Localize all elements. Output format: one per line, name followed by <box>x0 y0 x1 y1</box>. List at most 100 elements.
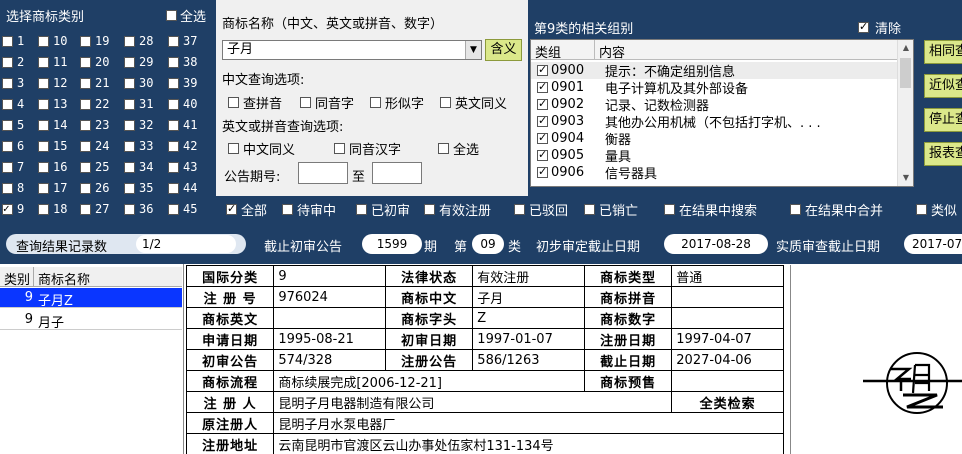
category-checkbox-box[interactable] <box>168 56 179 68</box>
category-select-all[interactable]: 全选 <box>166 6 206 25</box>
category-checkbox-box[interactable] <box>168 77 179 89</box>
status-filter-checkbox[interactable] <box>226 202 237 215</box>
category-checkbox-box[interactable] <box>80 98 91 110</box>
category-checkbox-2[interactable]: 2 <box>2 55 24 69</box>
category-checkbox-24[interactable]: 24 <box>80 139 109 153</box>
report-search-button[interactable]: 报表查 <box>924 142 962 166</box>
category-checkbox-22[interactable]: 22 <box>80 97 109 111</box>
category-checkbox-13[interactable]: 13 <box>38 97 67 111</box>
en-option-select-all-checkbox[interactable] <box>438 143 449 154</box>
category-checkbox-box[interactable] <box>38 56 49 68</box>
status-filter[interactable]: 已初审 <box>356 200 410 219</box>
trademark-name-input[interactable]: 子月 ▼ <box>222 40 482 60</box>
category-checkbox-box[interactable] <box>124 119 135 131</box>
groups-scrollbar[interactable]: ▲ ▼ <box>897 40 913 186</box>
category-checkbox-28[interactable]: 28 <box>124 34 153 48</box>
category-checkbox-27[interactable]: 27 <box>80 202 109 216</box>
select-all-checkbox[interactable] <box>166 10 177 21</box>
category-checkbox-box[interactable] <box>124 56 135 68</box>
status-filter[interactable]: 已驳回 <box>514 200 568 219</box>
group-checkbox[interactable] <box>537 131 548 144</box>
groups-clear-checkbox[interactable] <box>858 20 869 33</box>
cn-option-similar-shape-checkbox[interactable] <box>370 97 381 108</box>
en-option-homophone-hanzi[interactable]: 同音汉字 <box>334 139 401 158</box>
category-checkbox-29[interactable]: 29 <box>124 55 153 69</box>
category-checkbox-3[interactable]: 3 <box>2 76 24 90</box>
group-row[interactable]: 0902记录、记数检测器 <box>531 96 897 114</box>
category-checkbox-box[interactable] <box>124 140 135 152</box>
group-row[interactable]: 0905量具 <box>531 147 897 165</box>
category-checkbox-18[interactable]: 18 <box>38 202 67 216</box>
status-filter[interactable]: 已销亡 <box>584 200 638 219</box>
category-checkbox-box[interactable] <box>2 202 13 215</box>
category-checkbox-26[interactable]: 26 <box>80 181 109 195</box>
en-option-chinese-synonym-checkbox[interactable] <box>228 143 239 154</box>
category-checkbox-19[interactable]: 19 <box>80 34 109 48</box>
status-filter-checkbox[interactable] <box>790 204 801 215</box>
category-checkbox-30[interactable]: 30 <box>124 76 153 90</box>
category-checkbox-6[interactable]: 6 <box>2 139 24 153</box>
category-checkbox-box[interactable] <box>124 35 135 47</box>
category-checkbox-box[interactable] <box>168 182 179 194</box>
category-checkbox-35[interactable]: 35 <box>124 181 153 195</box>
category-checkbox-box[interactable] <box>80 161 91 173</box>
status-filter[interactable]: 类似 <box>916 200 957 219</box>
category-checkbox-43[interactable]: 43 <box>168 160 197 174</box>
en-option-chinese-synonym[interactable]: 中文同义 <box>228 139 295 158</box>
category-checkbox-box[interactable] <box>38 182 49 194</box>
en-option-homophone-hanzi-checkbox[interactable] <box>334 143 345 154</box>
result-col-class[interactable]: 类别 <box>4 269 30 288</box>
category-checkbox-7[interactable]: 7 <box>2 160 24 174</box>
result-col-name[interactable]: 商标名称 <box>38 269 90 288</box>
en-option-select-all[interactable]: 全选 <box>438 139 479 158</box>
category-checkbox-box[interactable] <box>2 140 13 152</box>
group-row[interactable]: 0903其他办公用机械（不包括打字机、. . . <box>531 113 897 131</box>
cn-option-english-synonym-checkbox[interactable] <box>440 97 451 108</box>
issue-from-input[interactable] <box>298 162 348 184</box>
category-checkbox-33[interactable]: 33 <box>124 139 153 153</box>
category-checkbox-box[interactable] <box>38 161 49 173</box>
cn-option-homophone-checkbox[interactable] <box>300 97 311 108</box>
cn-option-pinyin-checkbox[interactable] <box>228 97 239 108</box>
category-checkbox-box[interactable] <box>80 140 91 152</box>
category-checkbox-box[interactable] <box>2 56 13 68</box>
scroll-up-icon[interactable]: ▲ <box>898 40 913 56</box>
category-checkbox-36[interactable]: 36 <box>124 202 153 216</box>
groups-clear-toggle[interactable]: 清除 <box>858 18 901 37</box>
category-checkbox-16[interactable]: 16 <box>38 160 67 174</box>
category-checkbox-21[interactable]: 21 <box>80 76 109 90</box>
category-checkbox-box[interactable] <box>2 161 13 173</box>
category-checkbox-box[interactable] <box>80 56 91 68</box>
group-checkbox[interactable] <box>537 63 548 76</box>
result-row[interactable]: 9 子月Z <box>0 288 182 309</box>
category-checkbox-box[interactable] <box>38 203 49 215</box>
category-checkbox-box[interactable] <box>124 98 135 110</box>
category-checkbox-42[interactable]: 42 <box>168 139 197 153</box>
status-filter-checkbox[interactable] <box>664 204 675 215</box>
category-checkbox-20[interactable]: 20 <box>80 55 109 69</box>
scroll-thumb[interactable] <box>900 58 911 88</box>
similar-search-button[interactable]: 近似查 <box>924 74 962 98</box>
result-row[interactable]: 9 月子 <box>0 310 182 331</box>
category-checkbox-box[interactable] <box>168 119 179 131</box>
scroll-down-icon[interactable]: ▼ <box>898 170 913 186</box>
category-checkbox-9[interactable]: 9 <box>2 202 24 216</box>
groups-col-content[interactable]: 内容 <box>599 42 625 61</box>
group-row[interactable]: 0901电子计算机及其外部设备 <box>531 79 897 97</box>
status-filter[interactable]: 待审中 <box>282 200 336 219</box>
category-checkbox-38[interactable]: 38 <box>168 55 197 69</box>
status-filter[interactable]: 有效注册 <box>424 200 491 219</box>
group-checkbox[interactable] <box>537 148 548 161</box>
category-checkbox-box[interactable] <box>124 203 135 215</box>
category-checkbox-box[interactable] <box>80 203 91 215</box>
all-class-search-link[interactable]: 全类检索 <box>671 391 784 413</box>
category-checkbox-box[interactable] <box>124 161 135 173</box>
category-checkbox-box[interactable] <box>124 77 135 89</box>
stop-search-button[interactable]: 停止查 <box>924 108 962 132</box>
group-checkbox[interactable] <box>537 80 548 93</box>
category-checkbox-box[interactable] <box>168 98 179 110</box>
status-filter[interactable]: 在结果中搜索 <box>664 200 757 219</box>
status-filter[interactable]: 在结果中合并 <box>790 200 883 219</box>
group-checkbox[interactable] <box>537 97 548 110</box>
group-row[interactable]: 0906 信号器具 <box>531 164 897 182</box>
